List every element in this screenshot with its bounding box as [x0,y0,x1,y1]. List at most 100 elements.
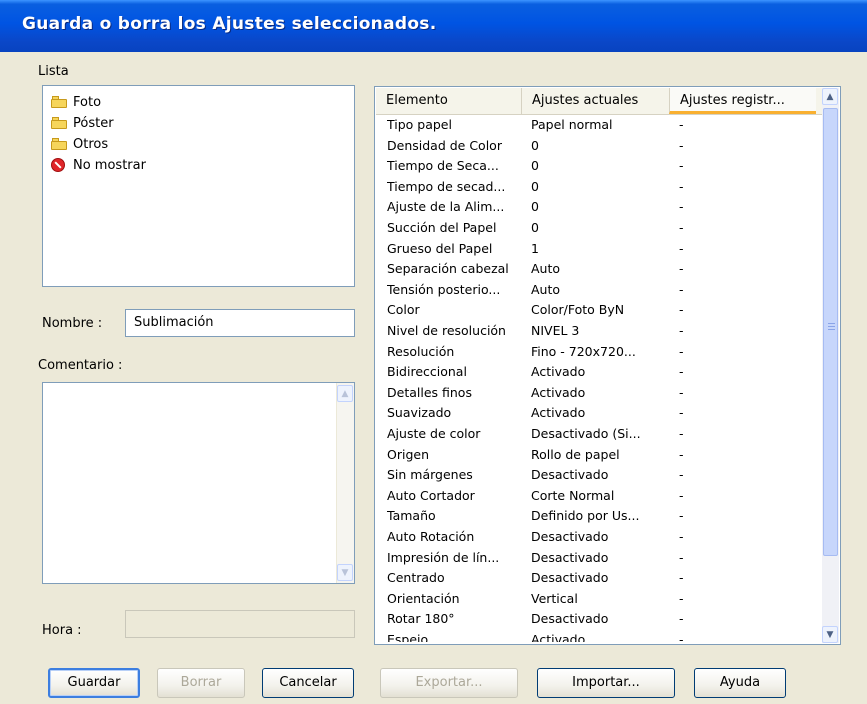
table-body: Tipo papel Papel normal - Densidad de Color… [376,117,822,642]
table-row[interactable]: Suavizado Activado - [376,405,822,426]
cell-current: Color/Foto ByN [531,302,625,318]
cell-registered: - [679,570,684,586]
table-row[interactable]: Rotar 180° Desactivado - [376,611,822,632]
cell-current: 0 [531,137,539,153]
cell-current: 0 [531,220,539,235]
cell-registered: - [679,632,684,642]
cell-current: NIVEL 3 [531,323,580,338]
comment-scrollbar[interactable]: ▲ ▼ [336,383,354,583]
table-row[interactable]: Bidireccional Activado - [376,364,822,385]
cell-registered: - [679,117,684,132]
table-row[interactable]: Origen Rollo de papel - [376,447,822,468]
column-header-registered[interactable]: Ajustes registr... [669,88,816,114]
comment-textarea[interactable]: ▲ ▼ [42,382,355,584]
folder-icon [51,96,67,108]
cell-element: Ajuste de color [387,426,481,441]
table-row[interactable]: Tiempo de Seca... 0 - [376,158,822,179]
scroll-thumb[interactable] [823,108,838,556]
cell-current: Rollo de papel [531,446,620,462]
table-row[interactable]: Nivel de resolución NIVEL 3 - [376,323,822,344]
cell-registered: - [679,240,684,256]
list-label: Lista [38,64,69,79]
table-row[interactable]: Ajuste de la Alim... 0 - [376,199,822,220]
export-button[interactable]: Exportar... [380,668,518,698]
cell-current: Auto [531,261,561,277]
scroll-up-icon[interactable]: ▲ [337,385,353,402]
window-title: Guarda o borra los Ajustes seleccionados… [22,14,437,34]
list-item-no-mostrar[interactable]: No mostrar [51,155,146,175]
delete-button[interactable]: Borrar [157,668,245,698]
column-header-element[interactable]: Elemento [376,88,521,114]
cell-registered: - [679,508,684,524]
cell-current: Activado [531,384,586,400]
cell-registered: - [679,158,684,174]
cell-element: Sin márgenes [387,467,473,483]
list-item-foto[interactable]: Foto [51,92,101,112]
list-item-poster[interactable]: Póster [51,113,114,133]
comment-label: Comentario : [38,358,123,373]
scroll-up-icon[interactable]: ▲ [822,88,838,105]
table-row[interactable]: Ajuste de color Desactivado (Si... - [376,426,822,447]
table-row[interactable]: Orientación Vertical - [376,591,822,612]
cell-registered: - [679,323,684,338]
cell-registered: - [679,384,684,400]
table-row[interactable]: Tensión posterio... Auto - [376,282,822,303]
name-input[interactable]: Sublimación [125,309,355,337]
cell-element: Color [387,302,420,318]
cell-element: Succión del Papel [387,220,497,235]
cell-element: Grueso del Papel [387,240,493,256]
time-label: Hora : [42,623,82,638]
table-row[interactable]: Resolución Fino - 720x720... - [376,344,822,365]
scroll-down-icon[interactable]: ▼ [337,564,353,581]
table-row[interactable]: Espejo Activado - [376,632,822,642]
settings-list[interactable]: Foto Póster Otros No mostrar [42,85,355,287]
table-row[interactable]: Tiempo de secad... 0 - [376,179,822,200]
list-item-label: No mostrar [73,157,146,173]
cell-element: Auto Cortador [387,487,475,503]
table-row[interactable]: Auto Cortador Corte Normal - [376,488,822,509]
cell-registered: - [679,261,684,277]
cell-registered: - [679,611,684,627]
title-bar[interactable]: Guarda o borra los Ajustes seleccionados… [0,0,867,52]
cell-element: Orientación [387,590,460,606]
cell-registered: - [679,178,684,194]
save-button[interactable]: Guardar [48,668,140,698]
table-row[interactable]: Tipo papel Papel normal - [376,117,822,138]
table-row[interactable]: Color Color/Foto ByN - [376,302,822,323]
table-row[interactable]: Detalles finos Activado - [376,385,822,406]
cell-current: Desactivado [531,529,609,544]
table-row[interactable]: Impresión de lín... Desactivado - [376,550,822,571]
cancel-button[interactable]: Cancelar [262,668,354,698]
list-item-label: Foto [73,94,102,110]
cell-element: Ajuste de la Alim... [387,199,505,215]
cell-registered: - [679,220,684,235]
table-row[interactable]: Separación cabezal Auto - [376,261,822,282]
table-row[interactable]: Densidad de Color 0 - [376,138,822,159]
table-row[interactable]: Succión del Papel 0 - [376,220,822,241]
cell-registered: - [679,137,684,153]
column-header-current[interactable]: Ajustes actuales [521,88,669,114]
time-input [125,610,355,638]
cell-current: Desactivado [531,467,609,483]
table-row[interactable]: Centrado Desactivado - [376,570,822,591]
list-item-label: Póster [73,115,114,131]
cell-current: 0 [531,199,539,215]
cell-element: Tamaño [387,508,436,524]
table-row[interactable]: Grueso del Papel 1 - [376,241,822,262]
table-row[interactable]: Sin márgenes Desactivado - [376,467,822,488]
cell-current: Desactivado [531,549,609,565]
settings-table[interactable]: Elemento Ajustes actuales Ajustes regist… [374,86,841,645]
cell-current: 0 [531,158,539,174]
help-button[interactable]: Ayuda [694,668,786,698]
dialog-window: Guarda o borra los Ajustes seleccionados… [0,0,867,704]
table-row[interactable]: Tamaño Definido por Us... - [376,508,822,529]
list-item-otros[interactable]: Otros [51,134,108,154]
cell-element: Separación cabezal [387,261,509,277]
cell-current: Corte Normal [531,487,615,503]
import-button[interactable]: Importar... [537,668,675,698]
table-scrollbar[interactable]: ▲ ▼ [822,88,839,643]
cell-element: Espejo [387,632,429,642]
table-row[interactable]: Auto Rotación Desactivado - [376,529,822,550]
scroll-down-icon[interactable]: ▼ [822,626,838,643]
cell-element: Detalles finos [387,384,472,400]
